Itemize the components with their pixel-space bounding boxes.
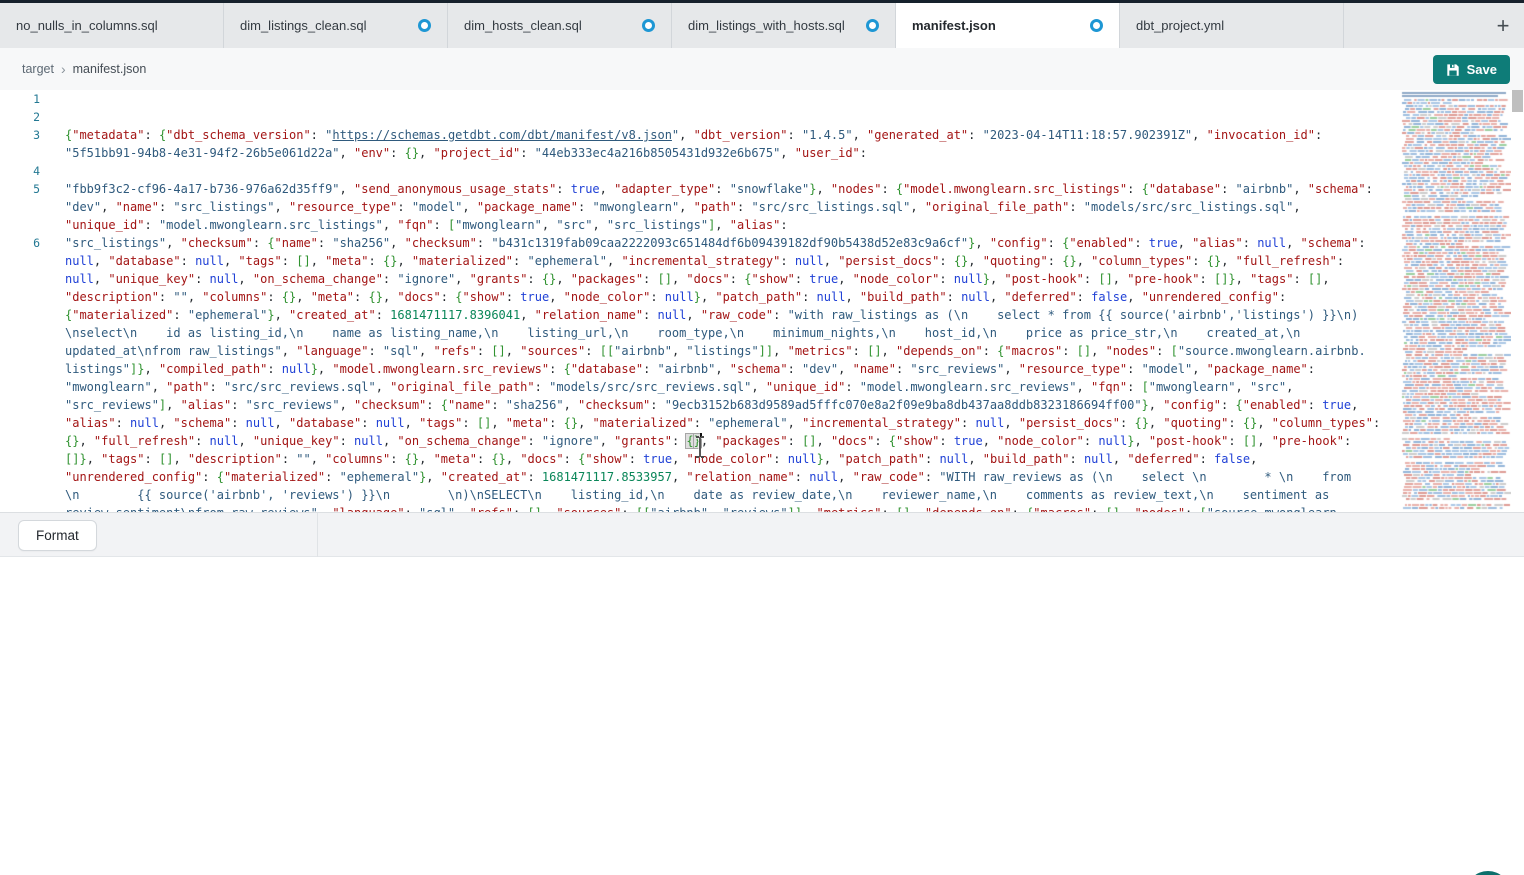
scrollbar-thumb[interactable] [1512,90,1523,112]
line-number-gutter: 123 45 6 [0,90,40,522]
code-line: "dev", "name": "src_listings", "resource… [65,198,1400,216]
tab-dbt-project-yml[interactable]: dbt_project.yml [1120,3,1344,48]
line-number [0,432,40,450]
text-caret [700,433,702,448]
editor-footer-bar: Format [0,512,1524,557]
code-line: null, "unique_key": null, "on_schema_cha… [65,270,1400,288]
line-number [0,360,40,378]
code-line: {}, "full_refresh": null, "unique_key": … [65,432,1400,450]
code-line: "src_listings", "checksum": {"name": "sh… [65,234,1400,252]
tab-label: dim_listings_clean.sql [240,18,366,33]
line-number [0,216,40,234]
tab-label: dim_hosts_clean.sql [464,18,582,33]
minimap[interactable] [1400,90,1511,512]
format-button[interactable]: Format [18,520,97,551]
code-line: "unrendered_config": {"materialized": "e… [65,468,1400,486]
line-number [0,270,40,288]
code-content[interactable]: {"metadata": {"dbt_schema_version": "htt… [65,90,1400,522]
line-number: 6 [0,234,40,252]
new-tab-button[interactable]: + [1490,13,1516,39]
line-number [0,252,40,270]
code-line [65,90,1400,108]
line-number [0,468,40,486]
line-number [0,144,40,162]
modified-dot-icon [866,19,879,32]
line-number [0,414,40,432]
line-number [0,288,40,306]
tab-label: dbt_project.yml [1136,18,1224,33]
tab-label: manifest.json [912,18,996,33]
code-line: "unique_id": "model.mwonglearn.src_listi… [65,216,1400,234]
breadcrumb-folder: target [22,62,54,76]
line-number [0,450,40,468]
line-number: 5 [0,180,40,198]
code-line: "src_reviews"], "alias": "src_reviews", … [65,396,1400,414]
modified-dot-icon [418,19,431,32]
code-line: "mwonglearn", "path": "src/src_reviews.s… [65,378,1400,396]
line-number [0,342,40,360]
line-number: 4 [0,162,40,180]
floppy-disk-icon [1446,63,1460,77]
code-line: \nselect\n id as listing_id,\n name as l… [65,324,1400,342]
code-editor[interactable]: 123 45 6 {"metadata": {"dbt_schema_version… [0,90,1524,512]
line-number: 1 [0,90,40,108]
line-number [0,198,40,216]
save-button[interactable]: Save [1433,55,1510,84]
line-number [0,486,40,504]
code-line: updated_at\nfrom raw_listings", "languag… [65,342,1400,360]
tab-dim-listings-clean-sql[interactable]: dim_listings_clean.sql [224,3,448,48]
tab-manifest-json[interactable]: manifest.json [896,3,1120,48]
code-line: "description": "", "columns": {}, "meta"… [65,288,1400,306]
code-line: "alias": null, "schema": null, "database… [65,414,1400,432]
tab-dim-listings-with-hosts-sql[interactable]: dim_listings_with_hosts.sql [672,3,896,48]
breadcrumb-file: manifest.json [73,62,147,76]
pane-divider [317,513,318,557]
line-number [0,306,40,324]
code-line [65,108,1400,126]
code-line: "5f51bb91-94b8-4e31-94f2-26b5e061d22a", … [65,144,1400,162]
modified-dot-icon [1090,19,1103,32]
tab-label: no_nulls_in_columns.sql [16,18,158,33]
line-number [0,378,40,396]
code-line: null, "database": null, "tags": [], "met… [65,252,1400,270]
editor-tab-bar: no_nulls_in_columns.sql dim_listings_cle… [0,3,1524,48]
code-line: {"metadata": {"dbt_schema_version": "htt… [65,126,1400,144]
modified-dot-icon [642,19,655,32]
tab-label: dim_listings_with_hosts.sql [688,18,845,33]
results-pane [0,557,1524,875]
line-number [0,396,40,414]
code-line: listings"]}, "compiled_path": null}, "mo… [65,360,1400,378]
line-number: 2 [0,108,40,126]
vertical-scrollbar[interactable] [1511,90,1524,512]
code-line: \n {{ source('airbnb', 'reviews') }}\n \… [65,486,1400,504]
tab-dim-hosts-clean-sql[interactable]: dim_hosts_clean.sql [448,3,672,48]
code-line: []}, "tags": [], "description": "", "col… [65,450,1400,468]
code-line [65,162,1400,180]
code-line: "fbb9f3c2-cf96-4a17-b736-976a62d35ff9", … [65,180,1400,198]
tab-no-nulls-in-columns-sql[interactable]: no_nulls_in_columns.sql [0,3,224,48]
breadcrumb-bar: target › manifest.json Save [0,48,1524,90]
line-number: 3 [0,126,40,144]
line-number [0,324,40,342]
code-line: {"materialized": "ephemeral"}, "created_… [65,306,1400,324]
chevron-right-icon: › [61,61,66,77]
save-label: Save [1467,62,1497,77]
